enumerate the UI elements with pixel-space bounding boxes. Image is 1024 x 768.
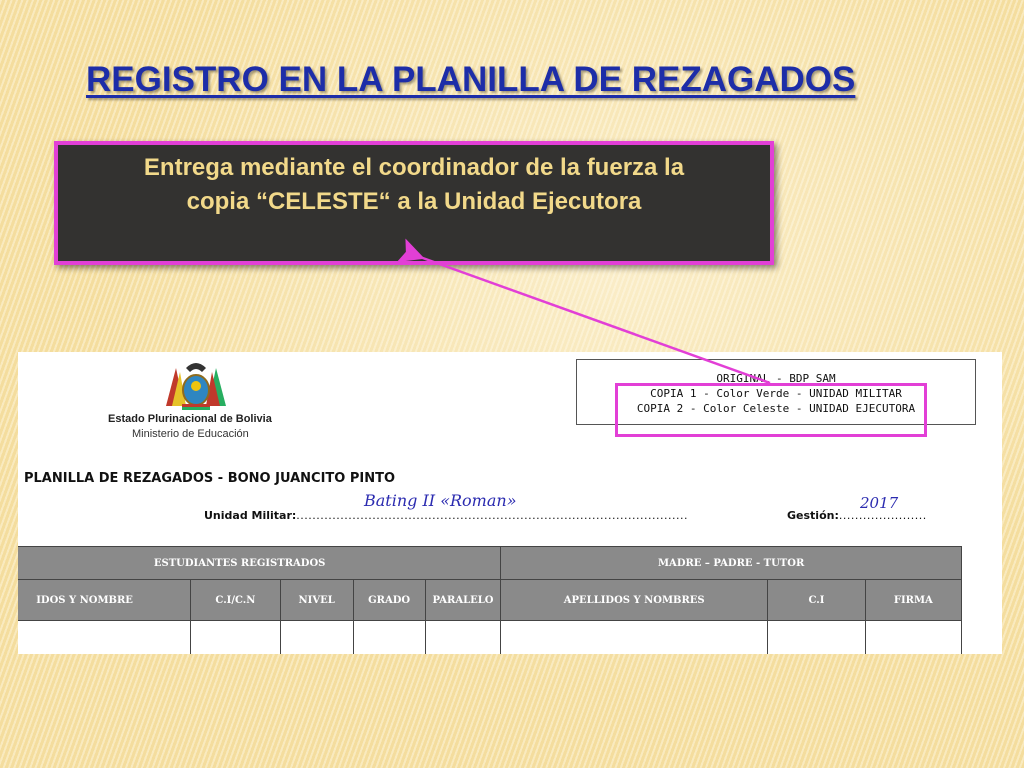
col-header-firma: FIRMA: [864, 579, 963, 621]
institution-name: Estado Plurinacional de Bolivia: [108, 413, 272, 425]
unidad-militar-dots: ........................................…: [296, 509, 688, 522]
form-title: PLANILLA DE REZAGADOS - BONO JUANCITO PI…: [24, 471, 396, 486]
col-header-ci: C.I: [767, 579, 866, 621]
handwritten-year: 2017: [860, 494, 899, 512]
registration-table: ESTUDIANTES REGISTRADOS MADRE – PADRE - …: [18, 546, 963, 654]
gestion-field: Gestión:......................: [787, 509, 927, 522]
group-header-students: ESTUDIANTES REGISTRADOS: [18, 546, 502, 580]
col-header-nivel: NIVEL: [279, 579, 354, 621]
handwritten-unit: Bating II «Roman»: [364, 491, 517, 510]
col-header-names: IDOS Y NOMBRE: [18, 579, 192, 621]
callout-line-1: Entrega mediante el coordinador de la fu…: [143, 154, 685, 181]
callout-box: Entrega mediante el coordinador de la fu…: [54, 141, 774, 265]
copies-highlight-box: [615, 383, 927, 437]
col-header-guardian-names: APELLIDOS Y NOMBRES: [500, 579, 769, 621]
group-header-guardian: MADRE – PADRE - TUTOR: [500, 546, 962, 580]
col-header-grado: GRADO: [352, 579, 426, 621]
col-header-ci-cn: C.I/C.N: [190, 579, 281, 621]
table-row: [18, 620, 963, 654]
col-header-paralelo: PARALELO: [424, 579, 502, 621]
slide-title: REGISTRO EN LA PLANILLA DE REZAGADOS: [86, 60, 856, 99]
unidad-militar-field: Unidad Militar:.........................…: [204, 509, 688, 522]
gestion-label: Gestión:: [787, 509, 839, 522]
coat-of-arms-icon: [166, 363, 226, 410]
callout-line-2: copia “CELESTE“ a la Unidad Ejecutora: [186, 188, 642, 215]
unidad-militar-label: Unidad Militar:: [204, 509, 297, 522]
ministry-name: Ministerio de Educación: [132, 428, 249, 440]
form-screenshot: Estado Plurinacional de Bolivia Minister…: [18, 352, 1002, 654]
